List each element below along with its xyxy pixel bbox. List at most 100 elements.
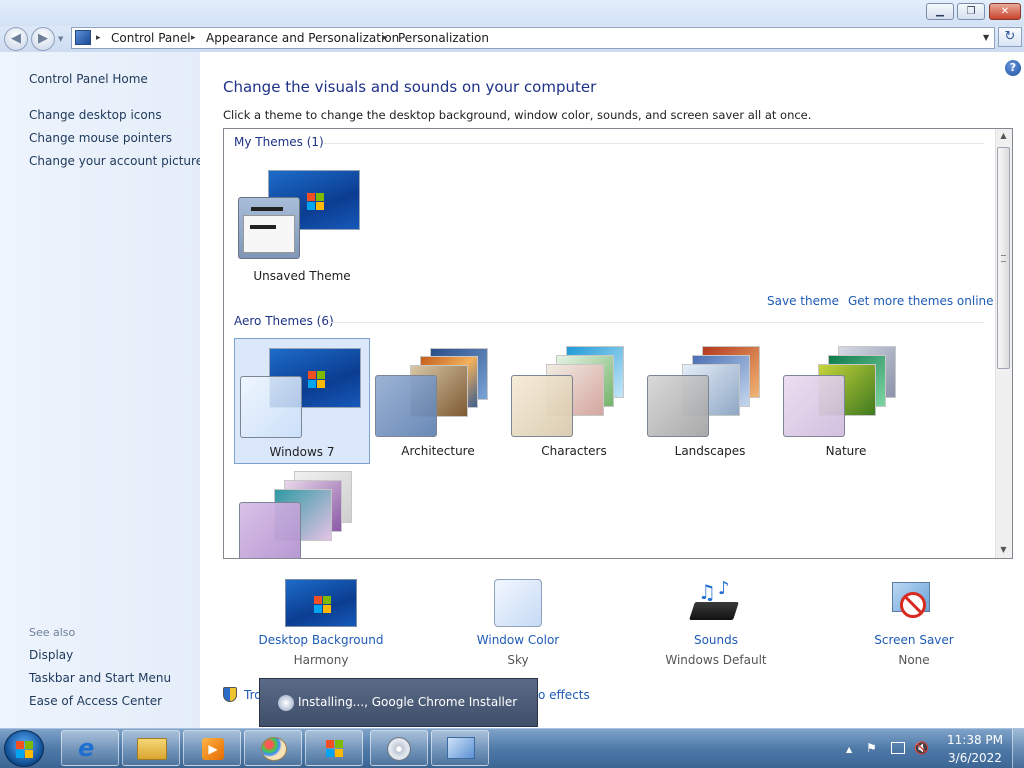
taskbar-windows-update[interactable] <box>305 730 363 766</box>
window-preview <box>243 215 295 253</box>
address-dropdown-icon[interactable]: ▼ <box>983 33 989 42</box>
taskbar-internet-explorer[interactable]: e <box>61 730 119 766</box>
screen-saver-link[interactable]: Screen Saver <box>844 633 984 647</box>
scroll-up-icon[interactable]: ▲ <box>995 131 1012 140</box>
breadcrumb-appearance[interactable]: Appearance and Personalization <box>206 31 399 45</box>
troubleshoot-link-end[interactable]: o effects <box>538 688 590 702</box>
breadcrumb-separator[interactable]: ▸ <box>191 33 196 43</box>
taskbar-control-panel[interactable] <box>431 730 489 766</box>
windows-logo-icon <box>16 741 34 759</box>
window-preview-titlebar <box>251 207 283 211</box>
disc-icon <box>387 737 411 761</box>
help-icon[interactable]: ? <box>1005 60 1021 76</box>
forward-button[interactable]: ▶ <box>31 27 55 51</box>
volume-muted-icon[interactable]: 🔇 <box>914 741 929 755</box>
change-mouse-pointers-link[interactable]: Change mouse pointers <box>29 131 172 145</box>
theme-unsaved[interactable]: Unsaved Theme <box>234 163 370 289</box>
installer-icon <box>278 695 294 711</box>
close-button[interactable]: ✕ <box>989 3 1021 20</box>
theme-partial[interactable] <box>234 469 370 558</box>
window-color-link[interactable]: Window Color <box>448 633 588 647</box>
window-color-icon[interactable] <box>494 579 542 627</box>
theme-label: Nature <box>825 444 867 458</box>
show-hidden-icons-button[interactable]: ▲ <box>846 745 852 754</box>
recent-pages-dropdown-icon[interactable]: ▼ <box>58 35 63 43</box>
theme-label: Windows 7 <box>269 445 335 459</box>
start-button[interactable] <box>4 730 44 767</box>
window-color-swatch <box>375 375 437 437</box>
display-link[interactable]: Display <box>29 648 73 662</box>
theme-architecture[interactable]: Architecture <box>370 338 506 464</box>
media-player-icon: ▶ <box>202 738 224 760</box>
folder-icon <box>137 738 167 760</box>
clock-time[interactable]: 11:38 PM <box>940 733 1010 747</box>
show-desktop-button[interactable] <box>1012 729 1024 768</box>
breadcrumb-separator: ▸ <box>96 33 101 43</box>
group-divider <box>328 322 984 323</box>
sounds-link[interactable]: Sounds <box>646 633 786 647</box>
maximize-button[interactable]: ❐ <box>957 3 985 20</box>
music-note-shape: ♪ <box>718 578 730 599</box>
music-note-shape: ♫ <box>698 580 716 604</box>
theme-characters[interactable]: Characters <box>506 338 642 464</box>
windows-logo-icon <box>308 371 326 389</box>
minimize-button[interactable]: ▁ <box>926 3 954 20</box>
control-panel-home-link[interactable]: Control Panel Home <box>29 72 148 86</box>
window-color-value: Sky <box>507 653 529 667</box>
windows-logo-icon <box>326 740 344 758</box>
action-center-flag-icon[interactable]: ⚑ <box>866 741 877 755</box>
group-divider <box>324 143 984 144</box>
notification-text: Installing..., Google Chrome Installer <box>298 695 518 709</box>
refresh-button[interactable]: ↻ <box>998 27 1022 47</box>
scroll-down-icon[interactable]: ▼ <box>995 545 1012 554</box>
window-color-swatch <box>240 376 302 438</box>
see-also-label: See also <box>29 626 76 639</box>
taskbar-paint[interactable] <box>244 730 302 766</box>
keyboard-shape <box>689 602 739 620</box>
save-theme-link[interactable]: Save theme <box>767 294 839 308</box>
screen-saver-icon[interactable] <box>888 580 936 626</box>
my-themes-header[interactable]: My Themes (1) <box>234 135 324 149</box>
breadcrumb-personalization[interactable]: Personalization <box>398 31 489 45</box>
breadcrumb-control-panel[interactable]: Control Panel <box>111 31 191 45</box>
control-panel-icon <box>447 737 475 759</box>
change-desktop-icons-link[interactable]: Change desktop icons <box>29 108 162 122</box>
get-more-themes-link[interactable]: Get more themes online <box>848 294 994 308</box>
desktop-background-icon[interactable] <box>285 579 357 627</box>
window-color-swatch <box>239 502 301 558</box>
theme-landscapes[interactable]: Landscapes <box>642 338 778 464</box>
windows-logo-icon <box>314 596 332 614</box>
paint-palette-icon <box>261 737 287 761</box>
window-color-swatch <box>511 375 573 437</box>
control-panel-icon <box>75 30 91 45</box>
page-title: Change the visuals and sounds on your co… <box>223 78 597 96</box>
address-bar[interactable]: ▸ Control Panel ▸ Appearance and Persona… <box>71 27 995 49</box>
theme-label: Landscapes <box>674 444 746 458</box>
back-button[interactable]: ◀ <box>4 27 28 51</box>
theme-label: Architecture <box>401 444 475 458</box>
scroll-grip-icon <box>1001 255 1006 262</box>
none-symbol-slash <box>904 595 922 614</box>
taskbar-installer[interactable] <box>370 730 428 766</box>
desktop-background-link[interactable]: Desktop Background <box>251 633 391 647</box>
aero-themes-header[interactable]: Aero Themes (6) <box>234 314 334 328</box>
ease-of-access-link[interactable]: Ease of Access Center <box>29 694 162 708</box>
change-account-picture-link[interactable]: Change your account picture <box>29 154 203 168</box>
taskbar-media-player[interactable]: ▶ <box>183 730 241 766</box>
window-color-swatch <box>238 197 300 259</box>
page-description: Click a theme to change the desktop back… <box>223 108 812 122</box>
sounds-icon[interactable]: ♫ ♪ <box>689 578 740 626</box>
installer-notification[interactable]: Installing..., Google Chrome Installer <box>259 678 538 727</box>
screen-saver-value: None <box>898 653 930 667</box>
network-icon[interactable] <box>891 742 905 754</box>
desktop-background-value: Harmony <box>293 653 349 667</box>
clock-date[interactable]: 3/6/2022 <box>940 751 1010 765</box>
theme-windows-7[interactable]: Windows 7 <box>234 338 370 464</box>
none-symbol-shape <box>900 592 926 618</box>
theme-nature[interactable]: Nature <box>778 338 914 464</box>
taskbar-start-menu-link[interactable]: Taskbar and Start Menu <box>29 671 171 685</box>
taskbar-windows-explorer[interactable] <box>122 730 180 766</box>
breadcrumb-separator[interactable]: ▸ <box>383 33 388 43</box>
scrollbar-thumb[interactable] <box>997 147 1010 369</box>
theme-list: My Themes (1) Unsaved Theme Save theme G… <box>223 128 1013 559</box>
